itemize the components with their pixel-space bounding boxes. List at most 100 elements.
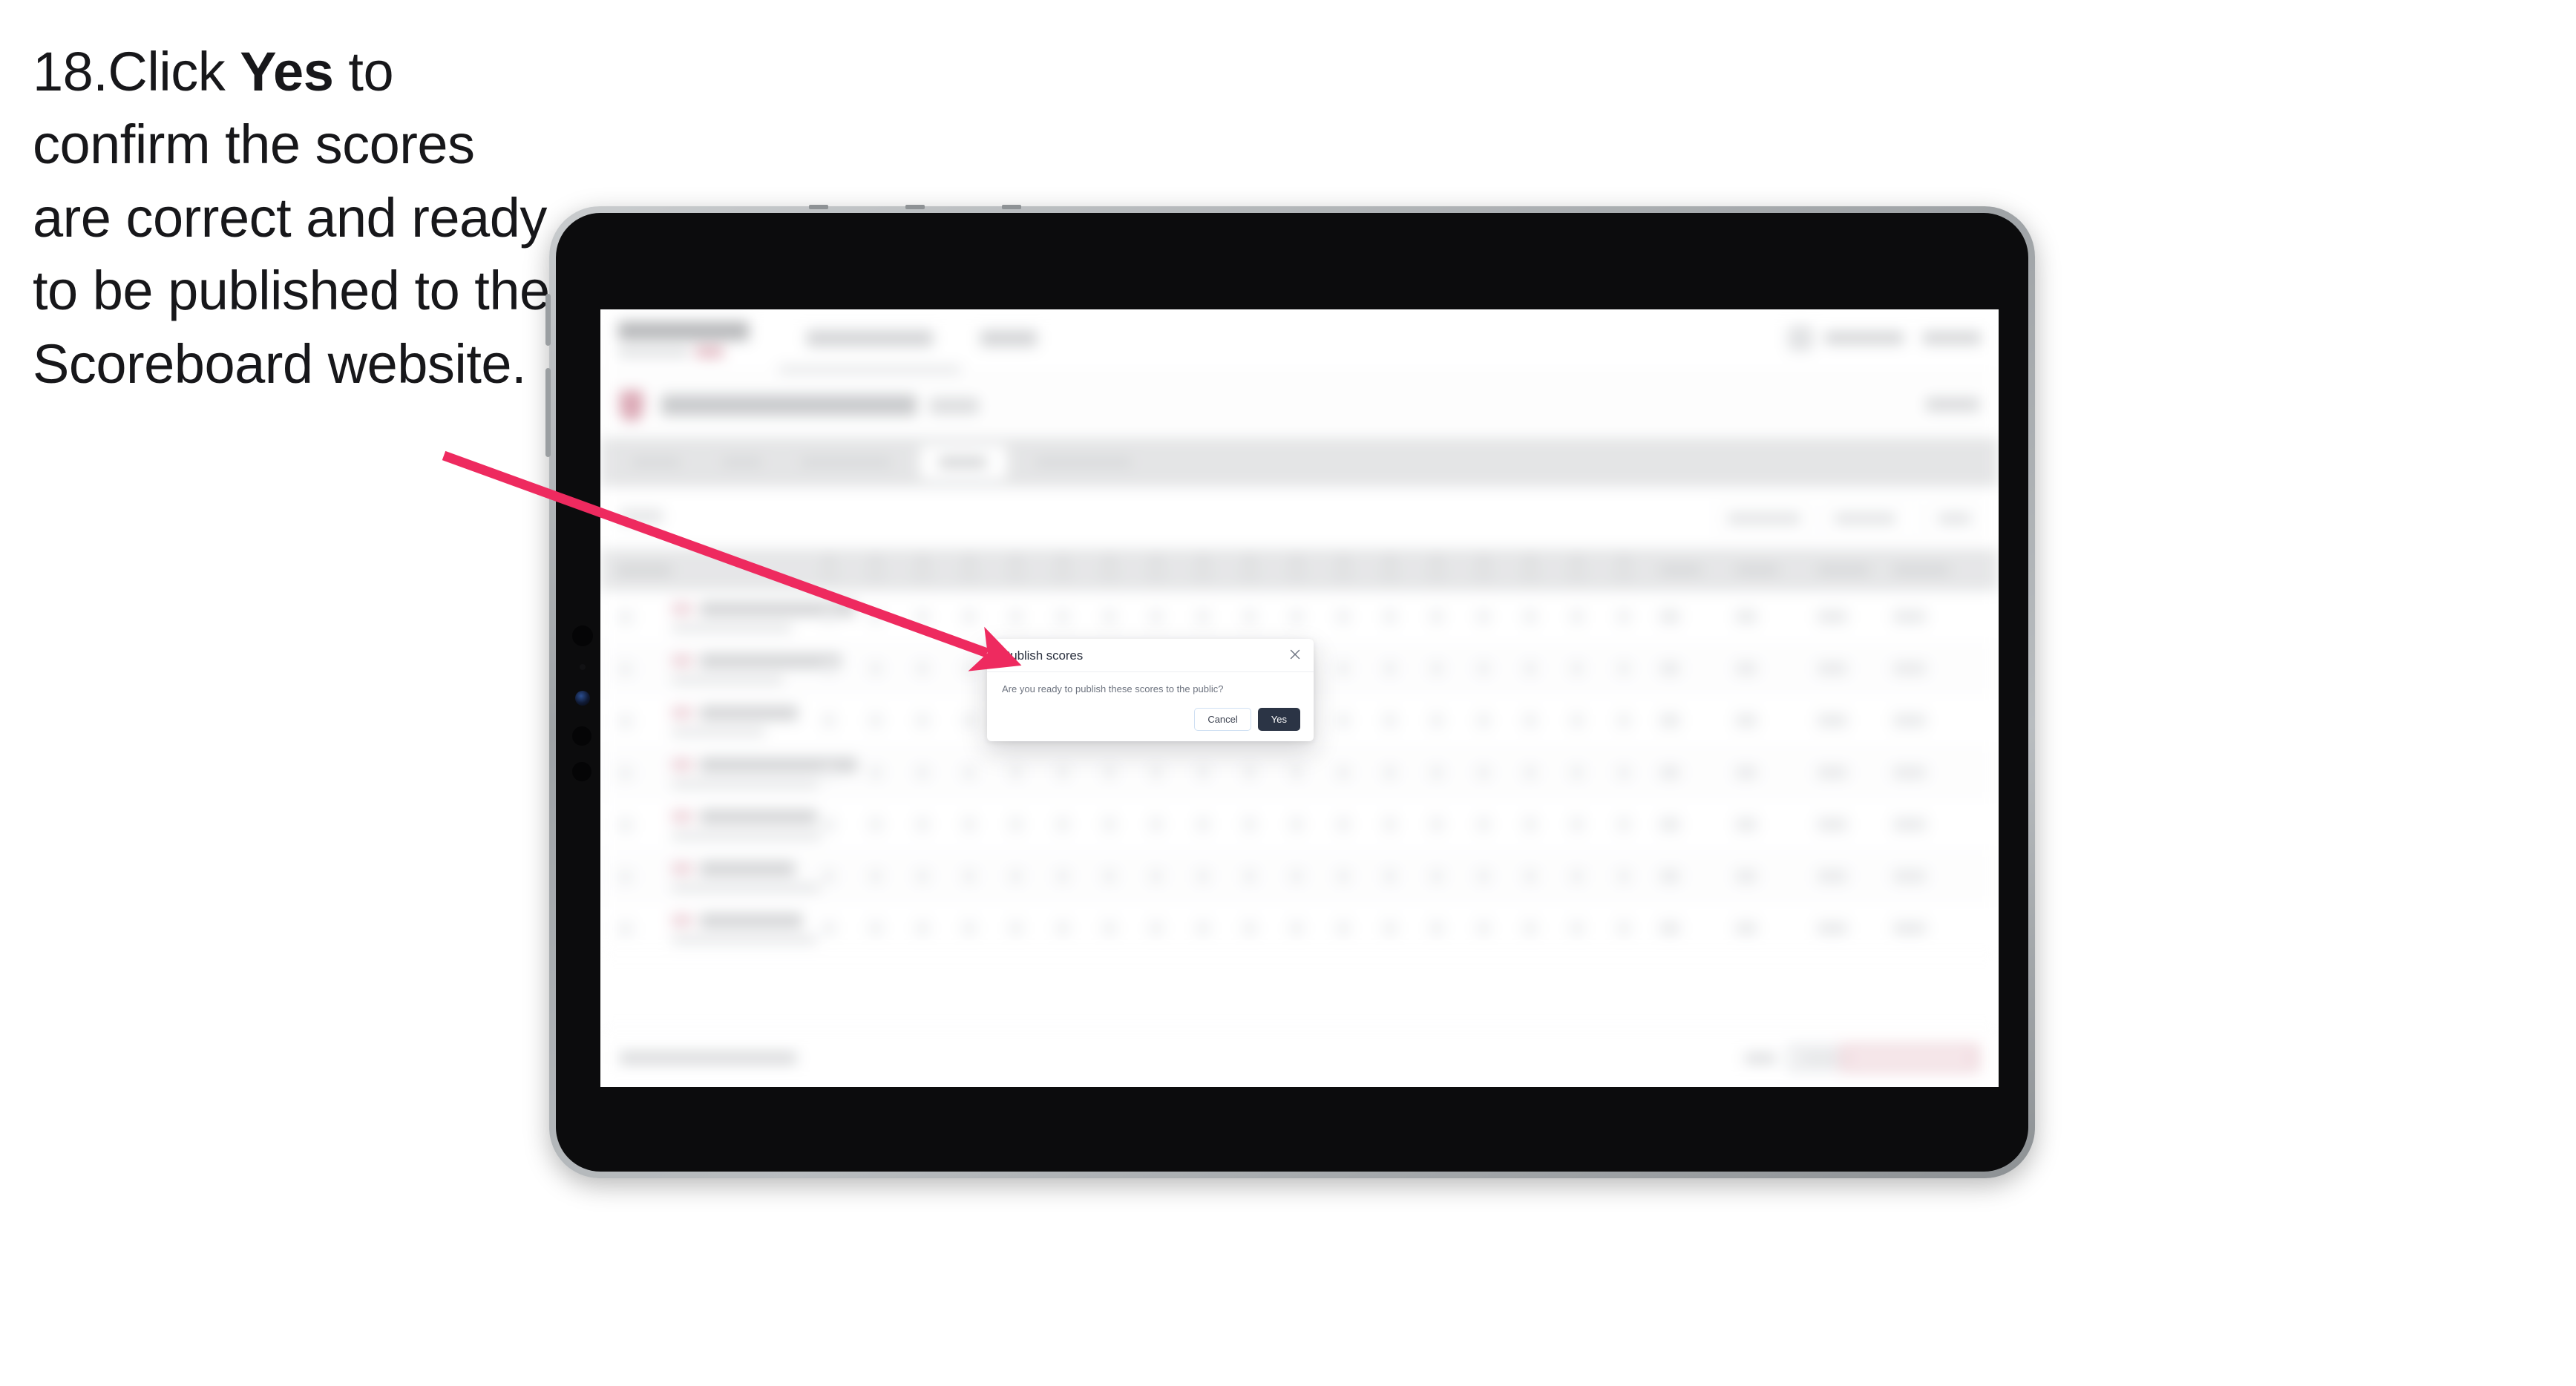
score-cell[interactable] [1524, 870, 1536, 883]
row-checkbox[interactable] [618, 610, 633, 625]
score-cell[interactable] [1478, 922, 1489, 935]
score-cell[interactable] [1384, 610, 1396, 623]
row-checkbox[interactable] [618, 818, 633, 832]
score-cell[interactable] [1384, 922, 1396, 935]
column-header-hole[interactable] [870, 555, 882, 567]
score-cell[interactable] [1150, 922, 1162, 935]
score-cell[interactable] [1291, 870, 1302, 883]
filter-round-select[interactable] [1825, 503, 1921, 536]
score-cell[interactable] [1291, 766, 1302, 779]
score-cell[interactable] [1478, 610, 1489, 623]
score-cell[interactable] [1478, 766, 1489, 779]
row-checkbox[interactable] [618, 714, 633, 729]
score-cell[interactable] [1104, 610, 1115, 623]
column-header-total[interactable] [1660, 564, 1702, 576]
power-button[interactable] [545, 294, 551, 346]
score-cell[interactable] [1431, 766, 1443, 779]
score-cell[interactable] [1150, 610, 1162, 623]
score-cell[interactable] [823, 714, 835, 727]
cancel-link[interactable] [1745, 1053, 1776, 1064]
score-cell[interactable] [1571, 714, 1583, 727]
score-cell[interactable] [823, 662, 835, 675]
score-cell[interactable] [1571, 766, 1583, 779]
column-header-hole[interactable] [917, 555, 928, 567]
score-cell[interactable] [1337, 662, 1349, 675]
score-cell[interactable] [1571, 870, 1583, 883]
score-cell[interactable] [963, 818, 975, 831]
score-cell[interactable] [1524, 610, 1536, 623]
player-name[interactable] [700, 654, 841, 669]
score-cell[interactable] [1291, 610, 1302, 623]
column-header-hole[interactable] [1618, 555, 1630, 567]
score-cell[interactable] [963, 922, 975, 935]
score-cell[interactable] [1197, 922, 1209, 935]
row-checkbox[interactable] [618, 922, 633, 936]
score-cell[interactable] [1010, 766, 1022, 779]
score-cell[interactable] [1057, 610, 1069, 623]
score-cell[interactable] [1478, 714, 1489, 727]
column-header-player[interactable] [617, 564, 672, 577]
table-row[interactable] [600, 591, 1999, 643]
score-cell[interactable] [1618, 818, 1630, 831]
nav-item-events[interactable] [980, 330, 1037, 346]
column-header-hole[interactable] [1384, 555, 1396, 567]
score-cell[interactable] [1010, 818, 1022, 831]
column-header-hole[interactable] [1104, 555, 1115, 567]
score-cell[interactable] [1150, 766, 1162, 779]
score-cell[interactable] [1291, 922, 1302, 935]
column-header-hole[interactable] [1291, 555, 1302, 567]
tab-leaderboard[interactable] [1025, 450, 1144, 475]
score-cell[interactable] [1244, 922, 1256, 935]
score-cell[interactable] [1150, 870, 1162, 883]
column-header-hole[interactable] [963, 555, 975, 567]
score-cell[interactable] [1571, 818, 1583, 831]
score-cell[interactable] [1571, 922, 1583, 935]
column-header-hole[interactable] [823, 555, 835, 567]
close-icon[interactable] [1287, 646, 1303, 663]
table-row[interactable] [600, 902, 1999, 955]
score-cell[interactable] [917, 818, 928, 831]
score-cell[interactable] [1618, 922, 1630, 935]
score-cell[interactable] [1431, 714, 1443, 727]
score-cell[interactable] [823, 818, 835, 831]
score-cell[interactable] [1618, 870, 1630, 883]
score-cell[interactable] [1618, 662, 1630, 675]
score-cell[interactable] [1057, 922, 1069, 935]
column-header-hole[interactable] [1010, 555, 1022, 567]
row-checkbox[interactable] [618, 766, 633, 781]
score-cell[interactable] [1618, 610, 1630, 623]
score-cell[interactable] [870, 870, 882, 883]
score-cell[interactable] [1197, 610, 1209, 623]
column-header-hole[interactable] [1431, 555, 1443, 567]
column-header-total[interactable] [1818, 564, 1869, 576]
score-cell[interactable] [1618, 766, 1630, 779]
score-cell[interactable] [823, 870, 835, 883]
score-cell[interactable] [917, 610, 928, 623]
nav-item-scoreboard[interactable] [807, 330, 933, 346]
avatar[interactable] [1788, 326, 1813, 351]
column-header-hole[interactable] [1057, 555, 1069, 567]
column-header-total[interactable] [1893, 564, 1950, 576]
score-cell[interactable] [1057, 818, 1069, 831]
score-cell[interactable] [823, 922, 835, 935]
score-cell[interactable] [1524, 818, 1536, 831]
score-cell[interactable] [1384, 870, 1396, 883]
score-cell[interactable] [1057, 870, 1069, 883]
score-cell[interactable] [1431, 818, 1443, 831]
score-cell[interactable] [1010, 922, 1022, 935]
score-cell[interactable] [1150, 818, 1162, 831]
header-action-link[interactable] [1926, 398, 1979, 411]
player-name[interactable] [700, 706, 798, 720]
score-cell[interactable] [1244, 766, 1256, 779]
score-cell[interactable] [870, 766, 882, 779]
row-checkbox[interactable] [618, 870, 633, 884]
score-cell[interactable] [1524, 662, 1536, 675]
score-cell[interactable] [1571, 610, 1583, 623]
score-cell[interactable] [1524, 714, 1536, 727]
score-cell[interactable] [870, 714, 882, 727]
column-header-hole[interactable] [1197, 555, 1209, 567]
score-cell[interactable] [963, 870, 975, 883]
score-cell[interactable] [963, 662, 975, 675]
score-cell[interactable] [1337, 610, 1349, 623]
scoreboard-logo[interactable] [618, 321, 749, 341]
